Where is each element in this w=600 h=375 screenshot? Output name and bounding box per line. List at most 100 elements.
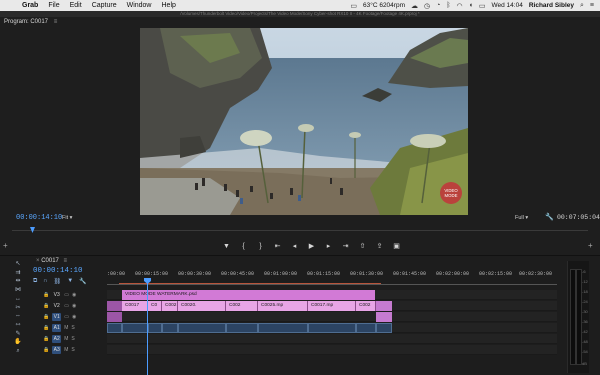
v1-clip[interactable]: C0017.mp — [308, 301, 356, 311]
sequence-tab[interactable]: × C0017 ≡ — [33, 258, 67, 264]
ripple-edit-icon[interactable]: ⇹ — [15, 278, 20, 286]
video-frame[interactable]: VIDEO MODE — [140, 28, 468, 215]
v1-clip[interactable] — [107, 312, 122, 322]
battery-icon[interactable]: ▭ — [479, 2, 486, 10]
rate-stretch-icon[interactable]: ↔ — [15, 296, 21, 304]
eye-icon[interactable]: ◉ — [72, 314, 76, 320]
lock-icon[interactable]: 🔒 — [43, 347, 49, 353]
go-to-in-icon[interactable]: ⇤ — [273, 242, 282, 250]
track-name[interactable]: V3 — [52, 291, 61, 299]
v1-clip[interactable] — [107, 301, 122, 311]
track-name[interactable]: A3 — [52, 346, 62, 354]
audio-clip[interactable] — [258, 323, 308, 333]
track-row-a2[interactable] — [107, 334, 557, 344]
snap-icon[interactable]: ∩ — [43, 278, 47, 285]
track-header-v2[interactable]: 🔒 V2 ▭ ◉ — [43, 301, 105, 311]
audio-clip[interactable] — [376, 323, 392, 333]
zoom-icon[interactable]: ⌕ — [16, 348, 19, 356]
playhead-timecode[interactable]: 00:00:14:10 — [16, 214, 62, 222]
v1-clip[interactable]: C002 — [356, 301, 376, 311]
in-point-icon[interactable]: { — [239, 243, 248, 250]
cpu-temp[interactable]: 63°C 6204rpm — [363, 2, 405, 9]
razor-icon[interactable]: ✂ — [15, 305, 20, 313]
audio-clip[interactable] — [356, 323, 376, 333]
lock-icon[interactable]: 🔒 — [43, 303, 49, 309]
menu-edit[interactable]: Edit — [70, 2, 82, 9]
lock-icon[interactable]: 🔒 — [43, 325, 49, 331]
lock-icon[interactable]: 🔒 — [43, 292, 49, 298]
hand-icon[interactable]: ✋ — [14, 339, 21, 347]
audio-clip[interactable] — [148, 323, 162, 333]
cloud-icon[interactable]: ☁ — [411, 2, 418, 10]
user-name[interactable]: Richard Sibley — [529, 2, 574, 9]
timeline-settings-icon[interactable]: 🔧 — [79, 278, 86, 285]
go-to-out-icon[interactable]: ⇥ — [341, 242, 350, 250]
watermark-clip-end[interactable] — [376, 301, 392, 311]
sync-lock-icon[interactable]: ▭ — [64, 292, 69, 298]
audio-clip[interactable] — [107, 323, 122, 333]
clock[interactable]: Wed 14:04 — [492, 2, 523, 9]
zoom-select[interactable]: Fit ▾ — [62, 215, 72, 221]
wifi-icon[interactable]: ◠ — [457, 2, 463, 10]
menu-capture[interactable]: Capture — [92, 2, 117, 9]
timeline-timecode[interactable]: 00:00:14:10 — [33, 267, 83, 275]
sync-icon[interactable]: ◷ — [424, 2, 430, 10]
notification-center-icon[interactable]: ≡ — [590, 2, 594, 9]
time-machine-icon[interactable]: ◔ — [436, 2, 440, 9]
extract-icon[interactable]: ⇪ — [375, 242, 384, 250]
menu-window[interactable]: Window — [127, 2, 152, 9]
solo-icon[interactable]: S — [71, 336, 74, 342]
nest-icon[interactable]: ⧉ — [33, 278, 37, 285]
track-header-a1[interactable]: 🔒 A1 M S — [43, 323, 105, 333]
audio-clip[interactable] — [122, 323, 148, 333]
track-header-a2[interactable]: 🔒 A2 M S — [43, 334, 105, 344]
bluetooth-icon[interactable]: ᛒ — [446, 2, 450, 9]
lock-icon[interactable]: 🔒 — [43, 314, 49, 320]
step-back-icon[interactable]: ◂ — [290, 242, 299, 250]
track-row-v1[interactable] — [107, 312, 557, 322]
panel-menu-icon[interactable]: ≡ — [64, 258, 68, 264]
rolling-edit-icon[interactable]: ⋈ — [15, 287, 21, 295]
status-icon[interactable]: ▭ — [350, 2, 357, 10]
v1-clip[interactable]: C0025.mp — [258, 301, 308, 311]
sync-lock-icon[interactable]: ▭ — [64, 303, 69, 309]
audio-clip[interactable] — [308, 323, 356, 333]
mute-icon[interactable]: M — [64, 336, 68, 342]
mute-icon[interactable]: M — [64, 347, 68, 353]
track-name[interactable]: V2 — [52, 302, 61, 310]
step-forward-icon[interactable]: ▸ — [324, 242, 333, 250]
solo-icon[interactable]: S — [71, 347, 74, 353]
marker-icon[interactable]: ▼ — [222, 243, 231, 250]
slide-icon[interactable]: ⇿ — [15, 322, 20, 330]
v1-clip[interactable]: C0020. — [178, 301, 226, 311]
solo-icon[interactable]: S — [71, 325, 74, 331]
v1-clip[interactable]: C002 — [226, 301, 258, 311]
track-select-icon[interactable]: ⇉ — [15, 270, 20, 278]
settings-wrench-icon[interactable]: 🔧 — [545, 213, 554, 221]
track-name[interactable]: A2 — [52, 335, 62, 343]
resolution-select[interactable]: Full ▾ — [515, 215, 528, 221]
track-row-a3[interactable] — [107, 345, 557, 355]
slip-icon[interactable]: ⇔ — [15, 313, 21, 321]
track-name[interactable]: A1 — [52, 324, 62, 332]
menu-help[interactable]: Help — [162, 2, 176, 9]
lift-icon[interactable]: ⇧ — [358, 242, 367, 250]
play-icon[interactable]: ▶ — [307, 242, 316, 250]
program-monitor-tab[interactable]: Program: C0017 ≡ — [4, 19, 57, 25]
linked-selection-icon[interactable]: ⛓ — [54, 278, 62, 285]
v1-clip[interactable]: C002 — [162, 301, 178, 311]
v1-clip[interactable]: C0017 — [122, 301, 148, 311]
eye-icon[interactable]: ◉ — [72, 292, 76, 298]
close-icon[interactable]: × — [36, 258, 40, 264]
search-icon[interactable]: ⌕ — [580, 2, 584, 10]
add-marker-icon[interactable]: ▼ — [67, 278, 73, 285]
panel-menu-icon[interactable]: ≡ — [54, 19, 58, 25]
selection-tool-icon[interactable]: ↖ — [15, 261, 20, 269]
export-frame-icon[interactable]: ▣ — [392, 242, 401, 250]
audio-clip[interactable] — [226, 323, 258, 333]
pen-icon[interactable]: ✎ — [15, 331, 20, 339]
v1-clip[interactable]: C0 — [148, 301, 162, 311]
audio-clip[interactable] — [178, 323, 226, 333]
sync-lock-icon[interactable]: ▭ — [64, 314, 69, 320]
mute-icon[interactable]: M — [64, 325, 68, 331]
